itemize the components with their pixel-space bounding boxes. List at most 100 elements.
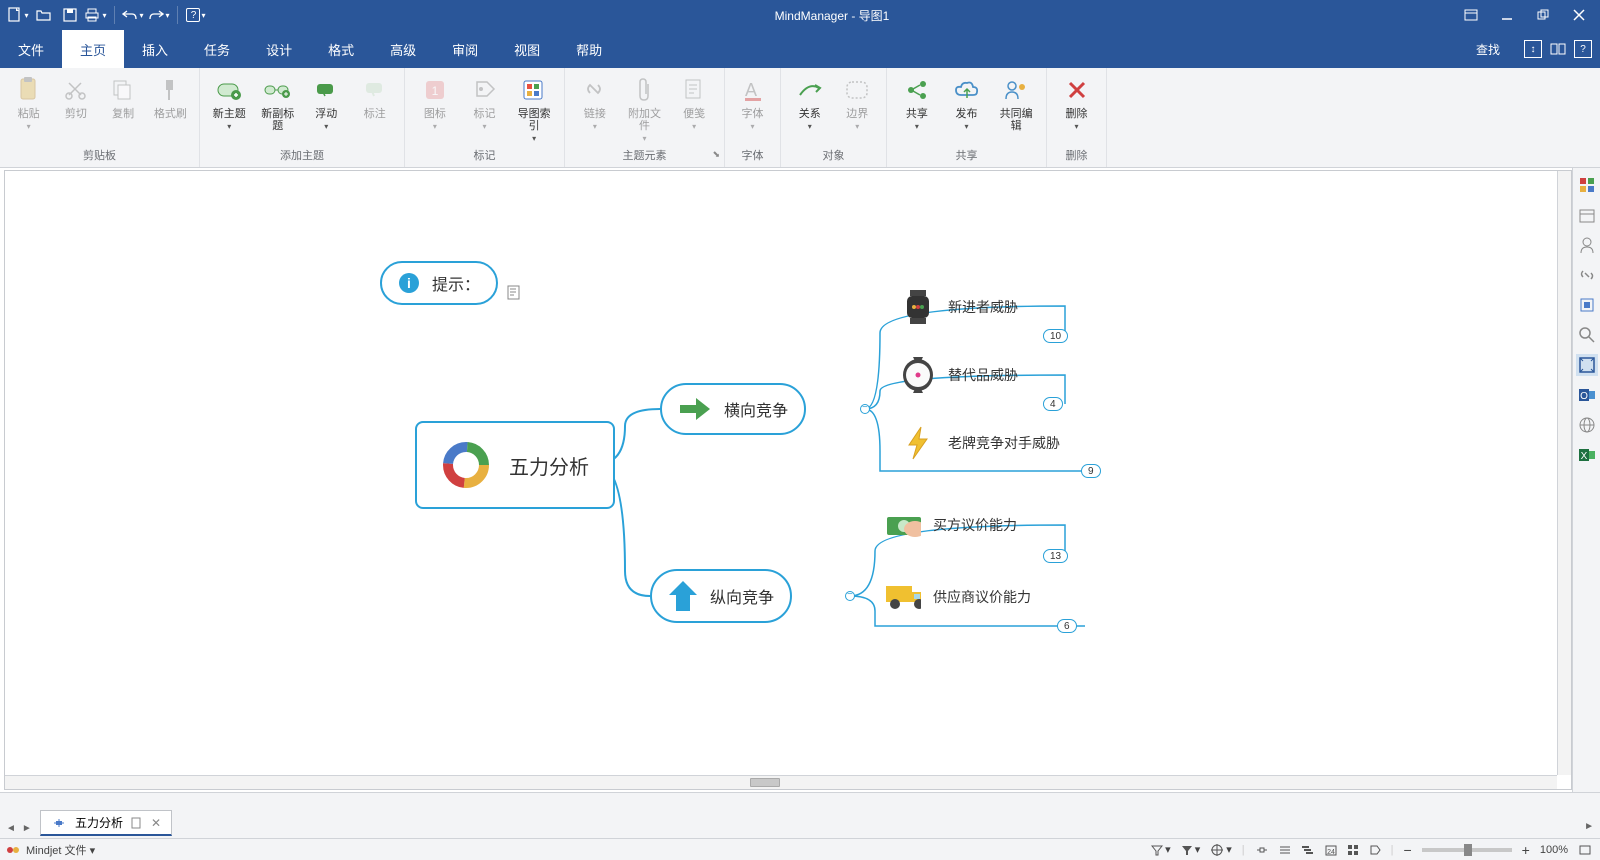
- format-painter-button[interactable]: 格式刷: [148, 72, 193, 124]
- target-button[interactable]: ▾: [1210, 843, 1232, 857]
- tab-insert[interactable]: 插入: [124, 30, 186, 68]
- file-menu-button[interactable]: Mindjet 文件 ▾: [26, 842, 95, 858]
- leaf-4[interactable]: 买方议价能力: [885, 507, 1017, 543]
- note-indicator-icon[interactable]: [507, 285, 523, 301]
- tab-task[interactable]: 任务: [186, 30, 248, 68]
- sp-user-icon[interactable]: [1576, 234, 1598, 256]
- qat-undo-button[interactable]: ▾: [121, 3, 145, 27]
- leaf-5[interactable]: 供应商议价能力: [885, 579, 1031, 615]
- node-central[interactable]: 五力分析: [415, 421, 615, 509]
- new-topic-button[interactable]: 新主题▾: [206, 72, 253, 135]
- tab-home[interactable]: 主页: [62, 30, 124, 68]
- maximize-button[interactable]: [1532, 4, 1554, 26]
- qat-new-button[interactable]: ▾: [6, 3, 30, 27]
- help-icon-button[interactable]: ?: [1574, 40, 1592, 58]
- doc-tab-close[interactable]: ✕: [151, 816, 161, 830]
- brush-icon: [156, 76, 184, 104]
- arrow-up-icon: [668, 579, 698, 613]
- node-branch1[interactable]: 横向竞争: [660, 383, 806, 435]
- icons-button[interactable]: 1图标▾: [411, 72, 459, 135]
- ribbon-display-button[interactable]: [1460, 4, 1482, 26]
- floating-button[interactable]: 浮动▾: [303, 72, 350, 135]
- collapse-handle[interactable]: [860, 404, 870, 414]
- lightning-icon: [900, 425, 936, 461]
- cut-button[interactable]: 剪切: [53, 72, 98, 124]
- view-icon-button[interactable]: [1347, 844, 1359, 856]
- filter2-button[interactable]: ▾: [1181, 843, 1201, 856]
- copy-button[interactable]: 复制: [101, 72, 146, 124]
- tab-advanced[interactable]: 高级: [372, 30, 434, 68]
- new-subtopic-button[interactable]: 新副标题: [255, 72, 302, 136]
- sp-markers-icon[interactable]: [1576, 174, 1598, 196]
- notes-button[interactable]: 便笺▾: [670, 72, 718, 135]
- font-button[interactable]: A字体▾: [731, 72, 774, 135]
- tab-review[interactable]: 审阅: [434, 30, 496, 68]
- tab-nav-left[interactable]: ◄►: [6, 823, 32, 834]
- vertical-scrollbar[interactable]: [1557, 171, 1571, 775]
- leaf-3-badge: 9: [1081, 464, 1101, 478]
- collapse-handle[interactable]: [845, 591, 855, 601]
- publish-button[interactable]: 发布▾: [943, 72, 991, 135]
- qat-open-button[interactable]: [32, 3, 56, 27]
- collapse-ribbon-button[interactable]: ↕: [1524, 40, 1542, 58]
- qat-save-button[interactable]: [58, 3, 82, 27]
- quick-access-toolbar: ▾ ▾ ▾ ▾ ?▾: [0, 3, 214, 27]
- cloud-icon: [953, 76, 981, 104]
- sp-fullscreen-icon[interactable]: [1576, 354, 1598, 376]
- tab-format[interactable]: 格式: [310, 30, 372, 68]
- svg-text:i: i: [407, 275, 411, 291]
- zoom-out-button[interactable]: −: [1403, 842, 1411, 858]
- qat-print-button[interactable]: ▾: [84, 3, 108, 27]
- coedit-button[interactable]: 共同编辑: [992, 72, 1040, 136]
- view-gantt-button[interactable]: [1301, 844, 1315, 856]
- find-label[interactable]: 查找: [1460, 30, 1516, 68]
- tab-design[interactable]: 设计: [248, 30, 310, 68]
- fit-button[interactable]: [1578, 844, 1592, 856]
- svg-text:A: A: [745, 80, 757, 100]
- node-branch2[interactable]: 纵向竞争: [650, 569, 792, 623]
- minimize-button[interactable]: [1496, 4, 1518, 26]
- view-tag-button[interactable]: [1369, 844, 1381, 856]
- leaf-3[interactable]: 老牌竞争对手威胁: [900, 425, 1060, 461]
- callout-button[interactable]: 标注: [352, 72, 399, 124]
- paste-button[interactable]: 粘贴▾: [6, 72, 51, 135]
- view-outline-button[interactable]: [1279, 844, 1291, 856]
- zoom-level[interactable]: 100%: [1540, 844, 1568, 856]
- view-map-button[interactable]: [1255, 844, 1269, 856]
- link-button[interactable]: 链接▾: [571, 72, 619, 135]
- link-panel-button[interactable]: [1550, 41, 1566, 57]
- close-button[interactable]: [1568, 4, 1590, 26]
- tab-nav-right[interactable]: ►: [1584, 821, 1594, 832]
- tags-button[interactable]: 标记▾: [461, 72, 509, 135]
- qat-redo-button[interactable]: ▾: [147, 3, 171, 27]
- share-button[interactable]: 共享▾: [893, 72, 941, 135]
- sp-excel-icon[interactable]: X: [1576, 444, 1598, 466]
- horizontal-scrollbar[interactable]: [5, 775, 1557, 789]
- tab-help[interactable]: 帮助: [558, 30, 620, 68]
- delete-button[interactable]: 删除▾: [1053, 72, 1100, 135]
- relationship-button[interactable]: 关系▾: [787, 72, 833, 135]
- leaf-4-badge: 13: [1043, 549, 1068, 563]
- leaf-1[interactable]: 新进者威胁: [900, 289, 1018, 325]
- dialog-launcher[interactable]: ⬊: [712, 149, 720, 160]
- sp-calendar-icon[interactable]: [1576, 204, 1598, 226]
- sp-link-icon[interactable]: [1576, 264, 1598, 286]
- filter-button[interactable]: ▾: [1151, 843, 1171, 856]
- tab-file[interactable]: 文件: [0, 30, 62, 68]
- boundary-button[interactable]: 边界▾: [835, 72, 881, 135]
- attachment-button[interactable]: 附加文件▾: [621, 72, 669, 147]
- view-schedule-button[interactable]: 24: [1325, 844, 1337, 856]
- zoom-slider[interactable]: [1422, 848, 1512, 852]
- sp-browser-icon[interactable]: [1576, 414, 1598, 436]
- sp-outlook-icon[interactable]: O: [1576, 384, 1598, 406]
- leaf-2[interactable]: 替代品威胁: [900, 357, 1018, 393]
- map-index-button[interactable]: 导图索引▾: [510, 72, 558, 147]
- canvas[interactable]: i 提示： 五力分析 横向竞争 纵向竞争: [4, 170, 1572, 790]
- doc-tab-1[interactable]: 五力分析 ✕: [40, 810, 172, 836]
- sp-parts-icon[interactable]: [1576, 294, 1598, 316]
- zoom-in-button[interactable]: +: [1522, 842, 1530, 858]
- sp-search-icon[interactable]: [1576, 324, 1598, 346]
- tab-view[interactable]: 视图: [496, 30, 558, 68]
- qat-help-button[interactable]: ?▾: [184, 3, 208, 27]
- node-hint[interactable]: i 提示：: [380, 261, 498, 305]
